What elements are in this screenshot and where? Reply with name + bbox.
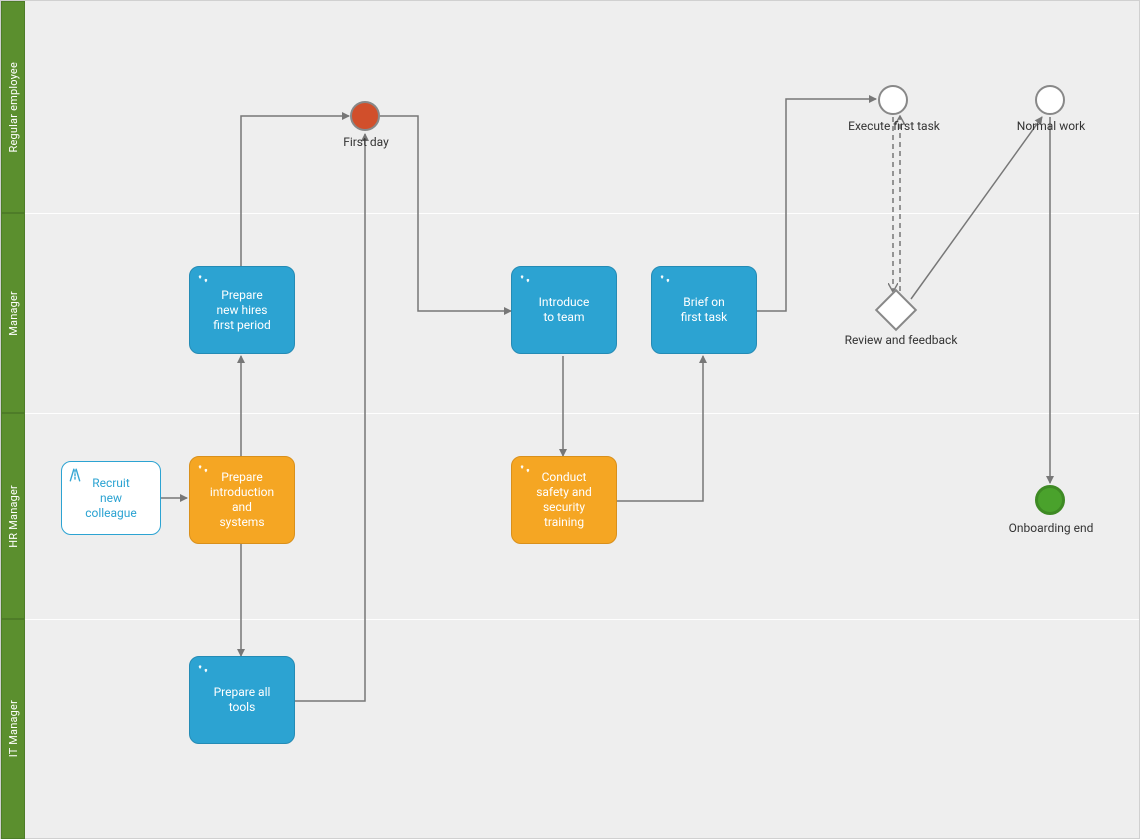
lane-divider [25,413,1139,414]
lane-header-it-manager: IT Manager [1,619,25,839]
event-onboarding-end[interactable] [1035,485,1065,515]
gateway-label: Review and feedback [831,333,971,347]
swimlane-pool: Regular employee Manager HR Manager IT M… [0,0,1140,839]
task-brief-first-task[interactable]: Brief onfirst task [651,266,757,354]
lane-label: Manager [7,291,20,336]
task-prepare-first-period[interactable]: Preparenew hiresfirst period [189,266,295,354]
lane-divider [25,213,1139,214]
event-label: First day [336,135,396,149]
task-label: Brief onfirst task [681,295,728,325]
gateway-review-feedback[interactable] [875,289,917,331]
event-execute-first-task[interactable] [878,85,908,115]
task-label: Conductsafety andsecuritytraining [536,470,592,530]
task-conduct-training[interactable]: Conductsafety andsecuritytraining [511,456,617,544]
task-label: Preparenew hiresfirst period [213,288,271,333]
connector-layer [1,1,1140,840]
steps-icon [518,273,532,287]
event-label: Execute first task [834,119,954,133]
steps-icon [658,273,672,287]
event-first-day[interactable] [350,101,380,131]
steps-icon [518,463,532,477]
task-recruit-new-colleague[interactable]: Recruitnewcolleague [61,461,161,535]
event-label: Normal work [1009,119,1093,133]
lane-label: Regular employee [7,62,20,153]
task-label: Introduceto team [539,295,590,325]
road-icon [68,468,82,482]
task-label: Prepare alltools [214,685,271,715]
lane-divider [25,619,1139,620]
event-normal-work[interactable] [1035,85,1065,115]
lane-label: IT Manager [7,700,20,757]
steps-icon [196,663,210,677]
steps-icon [196,273,210,287]
lane-header-manager: Manager [1,213,25,413]
task-prepare-all-tools[interactable]: Prepare alltools [189,656,295,744]
lane-header-regular-employee: Regular employee [1,1,25,213]
task-prepare-introduction[interactable]: Prepareintroductionandsystems [189,456,295,544]
task-label: Recruitnewcolleague [85,476,137,521]
task-introduce-to-team[interactable]: Introduceto team [511,266,617,354]
task-label: Prepareintroductionandsystems [210,470,274,530]
event-label: Onboarding end [1001,521,1101,535]
steps-icon [196,463,210,477]
lane-label: HR Manager [7,485,20,548]
lane-header-hr-manager: HR Manager [1,413,25,619]
